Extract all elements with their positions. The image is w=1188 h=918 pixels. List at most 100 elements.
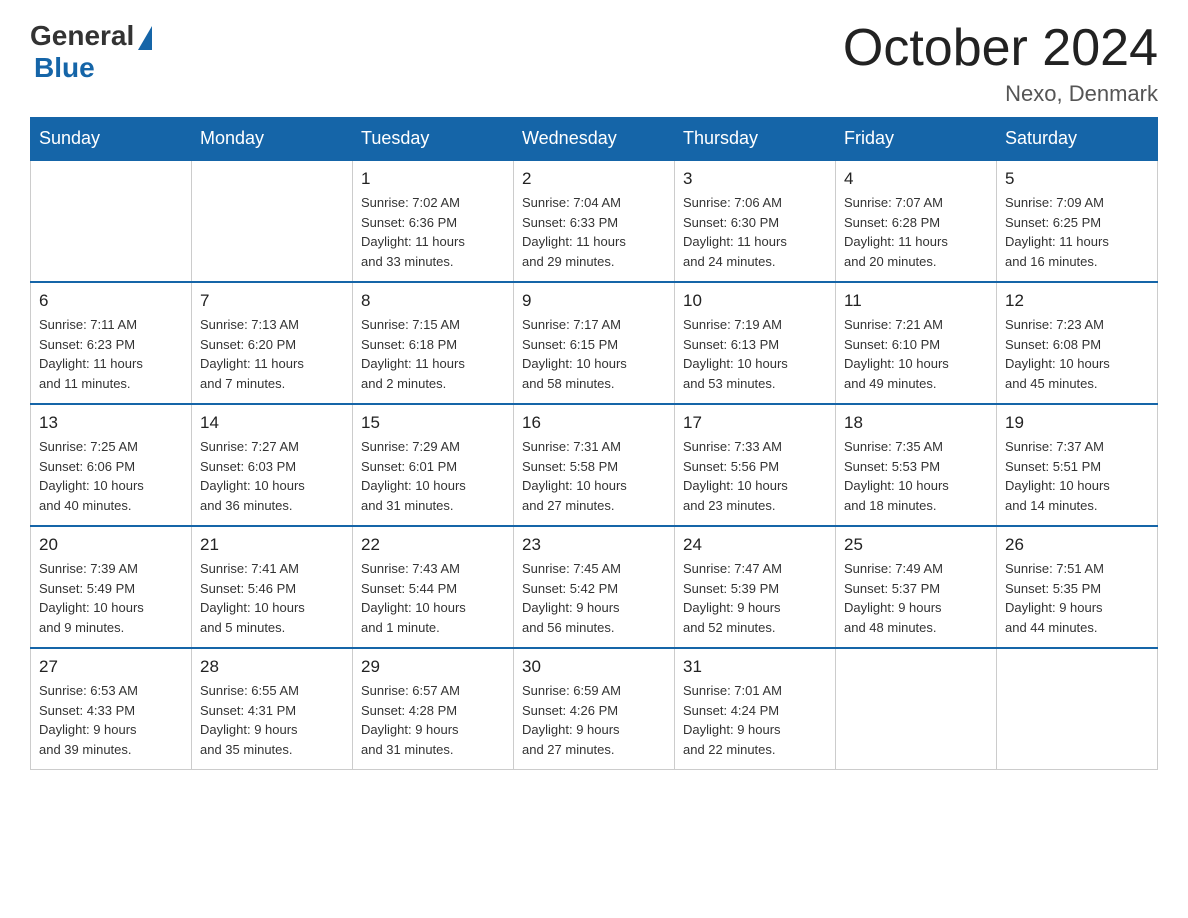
calendar-cell: 16 Sunrise: 7:31 AM Sunset: 5:58 PM Dayli… xyxy=(514,404,675,526)
calendar-cell: 4 Sunrise: 7:07 AM Sunset: 6:28 PM Daylig… xyxy=(836,160,997,282)
day-number: 14 xyxy=(200,413,344,433)
calendar-cell xyxy=(836,648,997,770)
calendar-header-row: SundayMondayTuesdayWednesdayThursdayFrid… xyxy=(31,118,1158,161)
day-number: 16 xyxy=(522,413,666,433)
week-row-5: 27 Sunrise: 6:53 AM Sunset: 4:33 PM Dayli… xyxy=(31,648,1158,770)
day-number: 25 xyxy=(844,535,988,555)
day-info: Sunrise: 6:59 AM Sunset: 4:26 PM Dayligh… xyxy=(522,681,666,759)
calendar-cell xyxy=(997,648,1158,770)
calendar-cell: 19Sunrise: 7:37 AM Sunset: 5:51 PM Dayli… xyxy=(997,404,1158,526)
day-info: Sunrise: 7:33 AM Sunset: 5:56 PM Dayligh… xyxy=(683,437,827,515)
day-number: 29 xyxy=(361,657,505,677)
calendar-cell: 1 Sunrise: 7:02 AM Sunset: 6:36 PM Daylig… xyxy=(353,160,514,282)
day-number: 13 xyxy=(39,413,183,433)
day-info: Sunrise: 7:23 AM Sunset: 6:08 PM Dayligh… xyxy=(1005,315,1149,393)
calendar-cell xyxy=(192,160,353,282)
day-info: Sunrise: 6:53 AM Sunset: 4:33 PM Dayligh… xyxy=(39,681,183,759)
day-info: Sunrise: 7:35 AM Sunset: 5:53 PM Dayligh… xyxy=(844,437,988,515)
day-info: Sunrise: 7:19 AM Sunset: 6:13 PM Dayligh… xyxy=(683,315,827,393)
calendar-cell: 26Sunrise: 7:51 AM Sunset: 5:35 PM Dayli… xyxy=(997,526,1158,648)
calendar-cell: 12 Sunrise: 7:23 AM Sunset: 6:08 PM Dayli… xyxy=(997,282,1158,404)
calendar-cell: 30 Sunrise: 6:59 AM Sunset: 4:26 PM Dayli… xyxy=(514,648,675,770)
day-info: Sunrise: 7:25 AM Sunset: 6:06 PM Dayligh… xyxy=(39,437,183,515)
day-number: 31 xyxy=(683,657,827,677)
day-info: Sunrise: 7:15 AM Sunset: 6:18 PM Dayligh… xyxy=(361,315,505,393)
day-info: Sunrise: 6:57 AM Sunset: 4:28 PM Dayligh… xyxy=(361,681,505,759)
week-row-3: 13 Sunrise: 7:25 AM Sunset: 6:06 PM Dayli… xyxy=(31,404,1158,526)
calendar-cell: 7Sunrise: 7:13 AM Sunset: 6:20 PM Daylig… xyxy=(192,282,353,404)
day-number: 4 xyxy=(844,169,988,189)
column-header-saturday: Saturday xyxy=(997,118,1158,161)
calendar-cell: 14 Sunrise: 7:27 AM Sunset: 6:03 PM Dayli… xyxy=(192,404,353,526)
day-number: 27 xyxy=(39,657,183,677)
day-number: 19 xyxy=(1005,413,1149,433)
calendar-cell: 20Sunrise: 7:39 AM Sunset: 5:49 PM Dayli… xyxy=(31,526,192,648)
title-section: October 2024 Nexo, Denmark xyxy=(843,20,1158,107)
day-info: Sunrise: 7:07 AM Sunset: 6:28 PM Dayligh… xyxy=(844,193,988,271)
calendar-cell: 21 Sunrise: 7:41 AM Sunset: 5:46 PM Dayli… xyxy=(192,526,353,648)
day-info: Sunrise: 7:27 AM Sunset: 6:03 PM Dayligh… xyxy=(200,437,344,515)
calendar-cell: 18 Sunrise: 7:35 AM Sunset: 5:53 PM Dayli… xyxy=(836,404,997,526)
column-header-friday: Friday xyxy=(836,118,997,161)
calendar-cell: 23Sunrise: 7:45 AM Sunset: 5:42 PM Dayli… xyxy=(514,526,675,648)
day-info: Sunrise: 7:11 AM Sunset: 6:23 PM Dayligh… xyxy=(39,315,183,393)
calendar-cell: 17Sunrise: 7:33 AM Sunset: 5:56 PM Dayli… xyxy=(675,404,836,526)
column-header-wednesday: Wednesday xyxy=(514,118,675,161)
day-info: Sunrise: 7:09 AM Sunset: 6:25 PM Dayligh… xyxy=(1005,193,1149,271)
day-number: 15 xyxy=(361,413,505,433)
day-info: Sunrise: 7:49 AM Sunset: 5:37 PM Dayligh… xyxy=(844,559,988,637)
day-info: Sunrise: 7:43 AM Sunset: 5:44 PM Dayligh… xyxy=(361,559,505,637)
calendar-cell: 11 Sunrise: 7:21 AM Sunset: 6:10 PM Dayli… xyxy=(836,282,997,404)
calendar-cell: 13 Sunrise: 7:25 AM Sunset: 6:06 PM Dayli… xyxy=(31,404,192,526)
calendar-cell: 24Sunrise: 7:47 AM Sunset: 5:39 PM Dayli… xyxy=(675,526,836,648)
column-header-monday: Monday xyxy=(192,118,353,161)
day-info: Sunrise: 7:29 AM Sunset: 6:01 PM Dayligh… xyxy=(361,437,505,515)
day-number: 24 xyxy=(683,535,827,555)
logo-blue-text: Blue xyxy=(34,52,95,84)
day-info: Sunrise: 7:31 AM Sunset: 5:58 PM Dayligh… xyxy=(522,437,666,515)
day-number: 18 xyxy=(844,413,988,433)
calendar-cell: 6 Sunrise: 7:11 AM Sunset: 6:23 PM Daylig… xyxy=(31,282,192,404)
day-info: Sunrise: 6:55 AM Sunset: 4:31 PM Dayligh… xyxy=(200,681,344,759)
logo-triangle-icon xyxy=(138,26,152,50)
day-info: Sunrise: 7:21 AM Sunset: 6:10 PM Dayligh… xyxy=(844,315,988,393)
calendar-cell: 3Sunrise: 7:06 AM Sunset: 6:30 PM Daylig… xyxy=(675,160,836,282)
calendar-cell: 5 Sunrise: 7:09 AM Sunset: 6:25 PM Daylig… xyxy=(997,160,1158,282)
calendar-cell: 29 Sunrise: 6:57 AM Sunset: 4:28 PM Dayli… xyxy=(353,648,514,770)
column-header-thursday: Thursday xyxy=(675,118,836,161)
logo-general-text: General xyxy=(30,20,134,52)
calendar-cell: 25 Sunrise: 7:49 AM Sunset: 5:37 PM Dayli… xyxy=(836,526,997,648)
column-header-tuesday: Tuesday xyxy=(353,118,514,161)
day-info: Sunrise: 7:02 AM Sunset: 6:36 PM Dayligh… xyxy=(361,193,505,271)
day-number: 10 xyxy=(683,291,827,311)
day-number: 5 xyxy=(1005,169,1149,189)
logo: General Blue xyxy=(30,20,152,84)
day-number: 26 xyxy=(1005,535,1149,555)
day-number: 9 xyxy=(522,291,666,311)
day-info: Sunrise: 7:41 AM Sunset: 5:46 PM Dayligh… xyxy=(200,559,344,637)
day-info: Sunrise: 7:39 AM Sunset: 5:49 PM Dayligh… xyxy=(39,559,183,637)
day-info: Sunrise: 7:13 AM Sunset: 6:20 PM Dayligh… xyxy=(200,315,344,393)
calendar-cell: 2 Sunrise: 7:04 AM Sunset: 6:33 PM Daylig… xyxy=(514,160,675,282)
day-info: Sunrise: 7:04 AM Sunset: 6:33 PM Dayligh… xyxy=(522,193,666,271)
calendar-cell: 27 Sunrise: 6:53 AM Sunset: 4:33 PM Dayli… xyxy=(31,648,192,770)
day-number: 6 xyxy=(39,291,183,311)
week-row-4: 20Sunrise: 7:39 AM Sunset: 5:49 PM Dayli… xyxy=(31,526,1158,648)
day-number: 23 xyxy=(522,535,666,555)
day-info: Sunrise: 7:17 AM Sunset: 6:15 PM Dayligh… xyxy=(522,315,666,393)
day-number: 8 xyxy=(361,291,505,311)
calendar-cell: 22Sunrise: 7:43 AM Sunset: 5:44 PM Dayli… xyxy=(353,526,514,648)
week-row-1: 1 Sunrise: 7:02 AM Sunset: 6:36 PM Daylig… xyxy=(31,160,1158,282)
week-row-2: 6 Sunrise: 7:11 AM Sunset: 6:23 PM Daylig… xyxy=(31,282,1158,404)
day-number: 2 xyxy=(522,169,666,189)
day-number: 21 xyxy=(200,535,344,555)
calendar-cell xyxy=(31,160,192,282)
day-number: 30 xyxy=(522,657,666,677)
day-number: 11 xyxy=(844,291,988,311)
day-number: 1 xyxy=(361,169,505,189)
calendar-cell: 8 Sunrise: 7:15 AM Sunset: 6:18 PM Daylig… xyxy=(353,282,514,404)
day-number: 12 xyxy=(1005,291,1149,311)
calendar-cell: 10 Sunrise: 7:19 AM Sunset: 6:13 PM Dayli… xyxy=(675,282,836,404)
calendar-cell: 28Sunrise: 6:55 AM Sunset: 4:31 PM Dayli… xyxy=(192,648,353,770)
calendar-cell: 15 Sunrise: 7:29 AM Sunset: 6:01 PM Dayli… xyxy=(353,404,514,526)
